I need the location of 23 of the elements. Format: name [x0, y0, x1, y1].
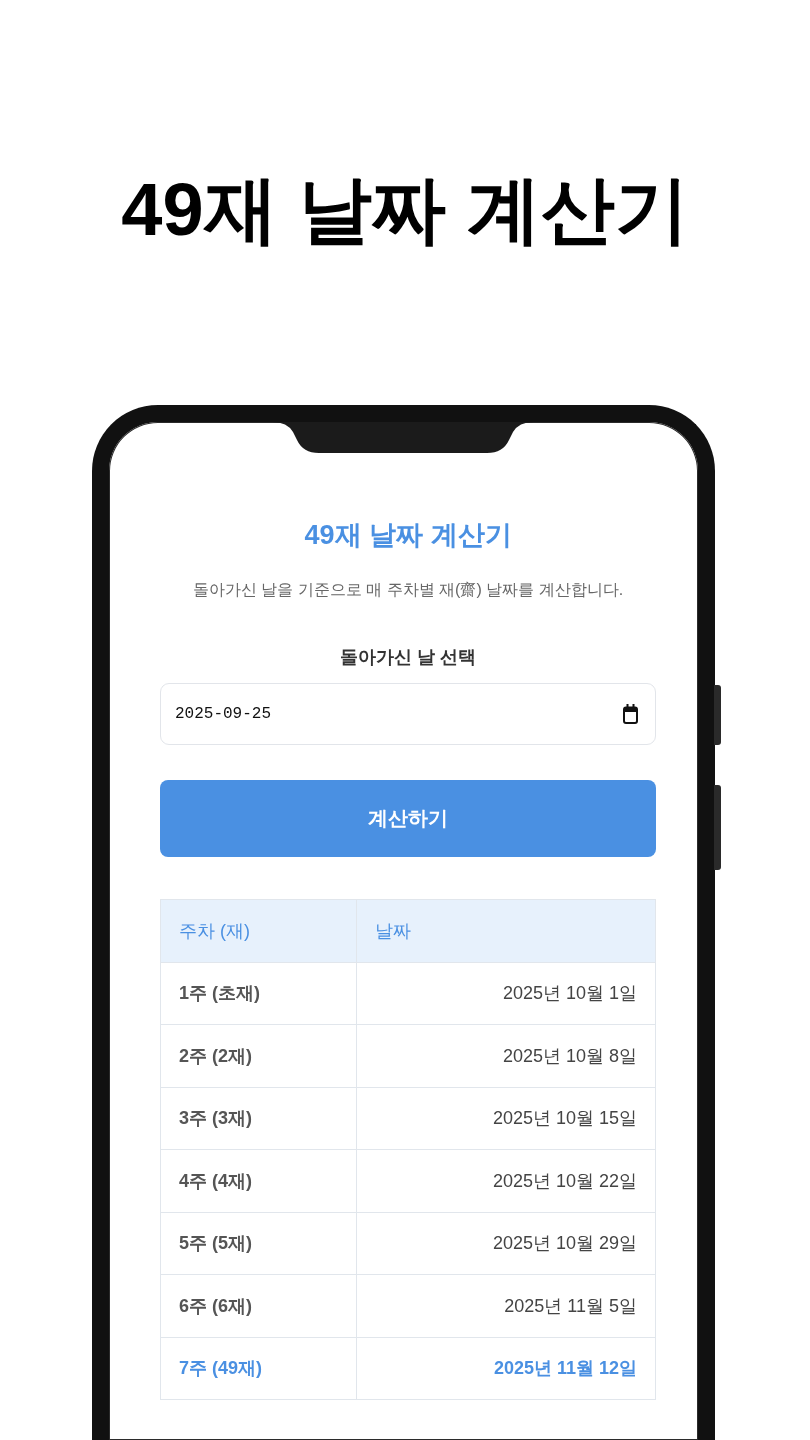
table-cell: 1주 (초재) — [160, 962, 357, 1025]
app-title: 49재 날짜 계산기 — [304, 519, 512, 552]
table-cell: 3주 (3재) — [160, 1087, 357, 1150]
table-cell: 2025년 11월 12일 — [356, 1337, 656, 1400]
table-cell: 2025년 10월 15일 — [356, 1087, 656, 1150]
table-cell: 2025년 10월 29일 — [356, 1212, 656, 1275]
phone-side-key — [714, 685, 721, 745]
table-cell: 2주 (2재) — [160, 1024, 357, 1087]
page-title: 49재 날짜 계산기 — [121, 167, 689, 253]
table-cell: 6주 (6재) — [160, 1274, 357, 1337]
table-cell: 2025년 11월 5일 — [356, 1274, 656, 1337]
table-cell: 2025년 10월 8일 — [356, 1024, 656, 1087]
app-subtitle: 돌아가신 날을 기준으로 매 주차별 재(齋) 날짜를 계산합니다. — [192, 580, 624, 600]
table-cell: 5주 (5재) — [160, 1212, 357, 1275]
table-cell: 2025년 10월 1일 — [356, 962, 656, 1025]
table-cell: 2025년 10월 22일 — [356, 1149, 656, 1212]
table-cell: 4주 (4재) — [160, 1149, 357, 1212]
column-header: 날짜 — [356, 899, 656, 962]
column-header: 주차 (재) — [160, 899, 357, 962]
date-field[interactable]: 2025-09-25 — [160, 682, 656, 745]
table-cell: 7주 (49재) — [160, 1337, 357, 1400]
field-label: 돌아가신 날 선택 — [340, 646, 476, 669]
calendar-icon[interactable] — [623, 703, 638, 724]
